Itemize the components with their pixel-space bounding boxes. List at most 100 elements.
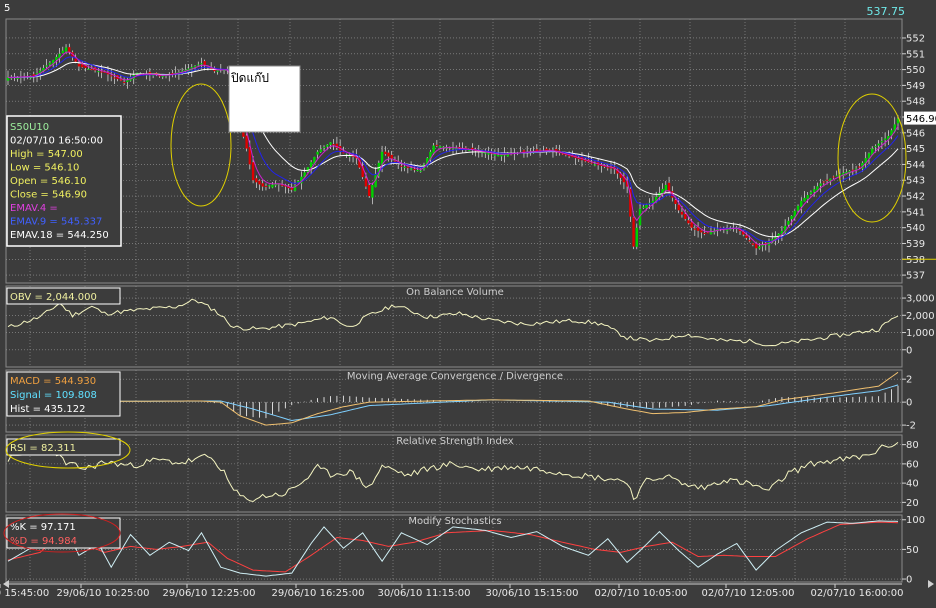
panel-3: 20 40 60 80 Relative Strength Index: [5, 434, 919, 513]
y-tick-label: 544: [906, 160, 925, 171]
candle-body: [703, 232, 706, 234]
y-tick-label: 543: [906, 176, 925, 187]
panel-1: 0 1,000 2,000 3,000 On Balance Volume: [5, 285, 935, 368]
stock-chart[interactable]: 5537.75537538539540541542543544545546547…: [0, 0, 936, 608]
panel-title: Moving Average Convergence / Divergence: [347, 371, 563, 382]
stoch-k-text: %K = 97.171: [10, 522, 76, 533]
candle-body: [261, 183, 264, 187]
top-price-label: 537.75: [867, 5, 906, 18]
candle-body: [677, 204, 680, 211]
rsi-readout-text: RSI = 82.311: [10, 443, 76, 454]
candle-body: [706, 232, 709, 234]
candle-body: [593, 164, 597, 166]
obv-readout-text: OBV = 2,044.000: [10, 292, 97, 303]
candle-body: [632, 217, 635, 247]
candle-body: [484, 152, 487, 154]
y-tick-label: 60: [906, 459, 919, 470]
y-tick-label: 540: [906, 223, 925, 234]
candle-body: [416, 169, 419, 171]
candle-body: [319, 149, 322, 152]
candle-body: [387, 152, 390, 157]
rsi-readout: RSI = 82.311: [6, 438, 121, 456]
candle-body: [309, 162, 313, 168]
y-tick-label: 100: [906, 515, 925, 526]
candle-body: [109, 75, 113, 77]
candle-body: [74, 58, 77, 62]
candle-body: [809, 192, 813, 194]
callout-note: ปิดแก๊ป: [228, 65, 301, 133]
x-tick-label: 0 15:45:00: [0, 588, 49, 599]
price-info-box: S50U10 02/07/10 16:50:00 High = 547.00 Low …: [6, 115, 122, 247]
y-tick-label: 551: [906, 49, 925, 60]
candle-body: [97, 71, 100, 73]
obv-readout: OBV = 2,044.000: [6, 287, 121, 305]
candle-body: [674, 199, 677, 204]
candle-body: [113, 77, 116, 79]
x-tick-label: 02/07/10 12:05:00: [701, 588, 794, 599]
y-tick-label: 537: [906, 271, 925, 282]
candle-body: [790, 215, 793, 220]
candle-body: [822, 181, 826, 183]
candle-body: [122, 81, 126, 83]
candle-body: [800, 200, 803, 207]
y-tick-label: 1,000: [906, 328, 935, 339]
candle-body: [316, 151, 319, 155]
y-tick-label: 20: [906, 498, 919, 509]
candle-body: [322, 147, 326, 149]
candle-body: [880, 141, 884, 143]
candle-body: [68, 47, 71, 53]
y-tick-label: 50: [906, 545, 919, 556]
candle-body: [384, 151, 387, 155]
candle-body: [216, 70, 219, 72]
candle-body: [329, 142, 332, 145]
y-tick-label: 546: [906, 128, 925, 139]
candle-body: [264, 185, 268, 187]
candle-body: [787, 220, 790, 225]
candle-body: [606, 167, 609, 169]
y-tick-label: 40: [906, 479, 919, 490]
y-tick-label: 539: [906, 239, 925, 250]
info-high: High = 547.00: [10, 149, 83, 160]
candle-body: [255, 178, 258, 183]
candle-body: [87, 68, 90, 70]
candle-body: [55, 56, 58, 61]
panel-title: Modify Stochastics: [408, 516, 501, 527]
candle-body: [825, 179, 829, 181]
last-price-tag: 546.90: [904, 111, 936, 125]
candle-body: [806, 195, 809, 200]
candle-body: [45, 65, 48, 67]
info-emav9: EMAV.9 = 545.337: [10, 217, 102, 228]
macd-value: MACD = 544.930: [10, 376, 96, 387]
candle-body: [561, 153, 564, 155]
candle-body: [877, 143, 880, 146]
macd-signal: Signal = 109.808: [10, 390, 97, 401]
panel-title: On Balance Volume: [406, 287, 504, 298]
candle-body: [803, 197, 806, 202]
candle-body: [745, 235, 748, 238]
candle-body: [197, 64, 200, 66]
candle-body: [332, 144, 335, 146]
candle-body: [680, 211, 684, 215]
candle-body: [487, 153, 490, 155]
candle-body: [267, 185, 271, 187]
candle-body: [258, 180, 261, 185]
y-tick-label: 0: [906, 345, 912, 356]
candle-body: [500, 154, 503, 157]
panel-title: Relative Strength Index: [396, 436, 514, 447]
candle-body: [61, 50, 65, 53]
candle-body: [667, 182, 671, 192]
candle-body: [496, 154, 500, 157]
x-tick-label: 02/07/10 16:00:00: [810, 588, 903, 599]
candle-body: [590, 162, 593, 164]
window-number: 5: [4, 3, 10, 14]
candle-body: [751, 243, 755, 245]
candle-body: [119, 79, 123, 81]
candle-body: [635, 227, 639, 247]
x-tick-label: 30/06/10 11:15:00: [377, 588, 470, 599]
candle-body: [406, 166, 410, 168]
info-emav4: EMAV.4 =: [10, 203, 58, 214]
candle-body: [390, 154, 393, 159]
candle-body: [371, 184, 374, 198]
candle-body: [835, 175, 838, 177]
info-close: Close = 546.90: [10, 190, 87, 201]
